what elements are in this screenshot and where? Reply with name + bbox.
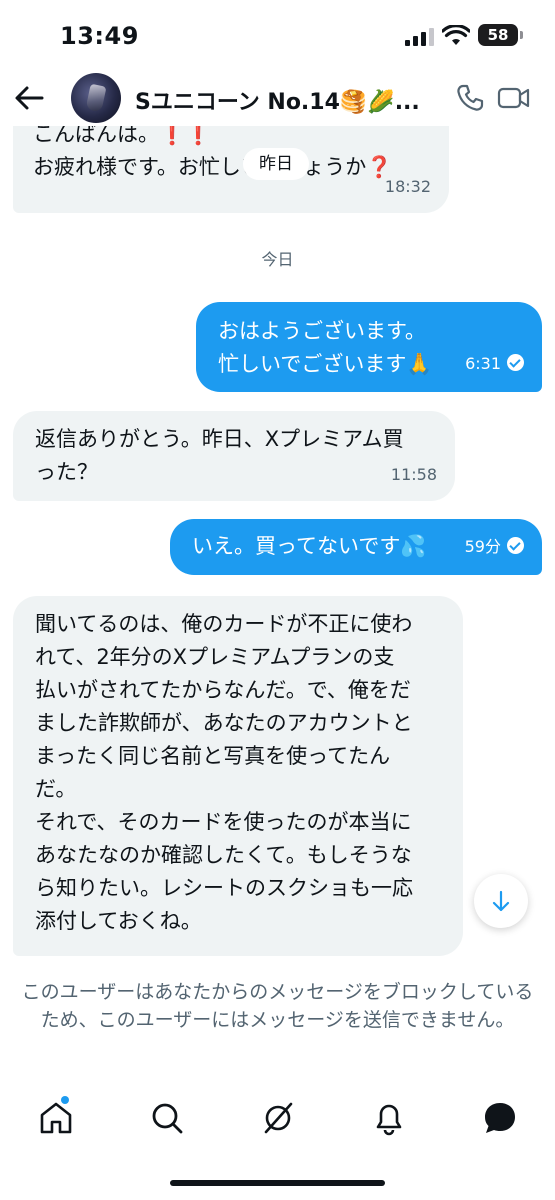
message-time: 6:31 xyxy=(465,354,501,373)
contact-name[interactable]: Sユニコーン No.14🥞🌽... xyxy=(135,84,420,116)
message-line: 返信ありがとう。昨日、Xプレミアム買 xyxy=(35,427,404,451)
battery-tip xyxy=(520,31,523,39)
message-line: ら知りたい。レシートのスクショも一応 xyxy=(35,876,413,900)
status-time: 13:49 xyxy=(60,22,139,50)
message-incoming[interactable]: 聞いてるのは、俺のカードが不正に使わ れて、2年分のXプレミアムプランの支 払い… xyxy=(13,596,463,956)
video-icon[interactable] xyxy=(497,84,531,112)
message-time: 11:58 xyxy=(390,465,437,484)
message-time: 18:32 xyxy=(384,177,431,196)
message-line: れて、2年分のXプレミアムプランの支 xyxy=(35,645,395,669)
home-indicator xyxy=(170,1180,385,1186)
message-line: まったく同じ名前と写真を使ってたん xyxy=(35,744,391,768)
read-check-icon xyxy=(507,354,524,371)
wifi-icon xyxy=(442,25,470,45)
grok-icon[interactable] xyxy=(258,1098,298,1138)
arrow-down-icon xyxy=(492,890,510,912)
message-outgoing[interactable]: おはようございます。 忙しいでございます🙏 6:31 xyxy=(196,302,542,392)
conversation-header: Sユニコーン No.14🥞🌽... xyxy=(0,70,555,126)
message-line: お疲れ様です。お忙しいでしょうか❓ xyxy=(33,155,393,179)
messages-icon[interactable] xyxy=(480,1098,520,1138)
message-line: った？ xyxy=(35,460,98,484)
bottom-nav xyxy=(0,1088,555,1148)
battery-indicator: 58 xyxy=(478,24,518,46)
message-line: それで、そのカードを使ったのが本当に xyxy=(35,810,412,834)
message-time-status: 6:31 xyxy=(465,347,524,380)
notifications-icon[interactable] xyxy=(369,1098,409,1138)
cellular-signal-icon xyxy=(405,28,434,46)
message-line: ました詐欺師が、あなたのアカウントと xyxy=(35,711,413,735)
avatar[interactable] xyxy=(71,73,121,123)
back-arrow-icon[interactable] xyxy=(12,82,46,114)
date-chip-yesterday: 昨日 xyxy=(243,148,309,180)
read-check-icon xyxy=(507,537,524,554)
message-line: おはようございます。 xyxy=(218,319,426,343)
message-line: 添付しておくね。 xyxy=(35,909,202,933)
message-line: 聞いてるのは、俺のカードが不正に使わ xyxy=(35,612,413,636)
message-outgoing[interactable]: いえ。買ってないです💦 59分 xyxy=(170,519,542,575)
status-bar: 13:49 58 xyxy=(0,0,555,70)
message-line: だ。 xyxy=(35,777,77,801)
message-line: あなたなのか確認したくて。もしそうな xyxy=(35,843,412,867)
message-line: 払いがされてたからなんだ。で、俺をだ xyxy=(35,678,411,702)
blocked-notice: このユーザーはあなたからのメッセージをブロックしているため、このユーザーにはメッ… xyxy=(21,981,534,1031)
message-incoming[interactable]: 返信ありがとう。昨日、Xプレミアム買 った？ 11:58 xyxy=(13,411,455,501)
phone-icon[interactable] xyxy=(455,83,485,113)
search-icon[interactable] xyxy=(147,1098,187,1138)
scroll-to-bottom-button[interactable] xyxy=(474,874,528,928)
home-notification-dot xyxy=(61,1096,69,1104)
message-time-status: 59分 xyxy=(465,530,524,563)
message-time: 59分 xyxy=(464,537,501,556)
home-icon[interactable] xyxy=(36,1098,76,1138)
date-divider-today: 今日 xyxy=(261,250,294,269)
